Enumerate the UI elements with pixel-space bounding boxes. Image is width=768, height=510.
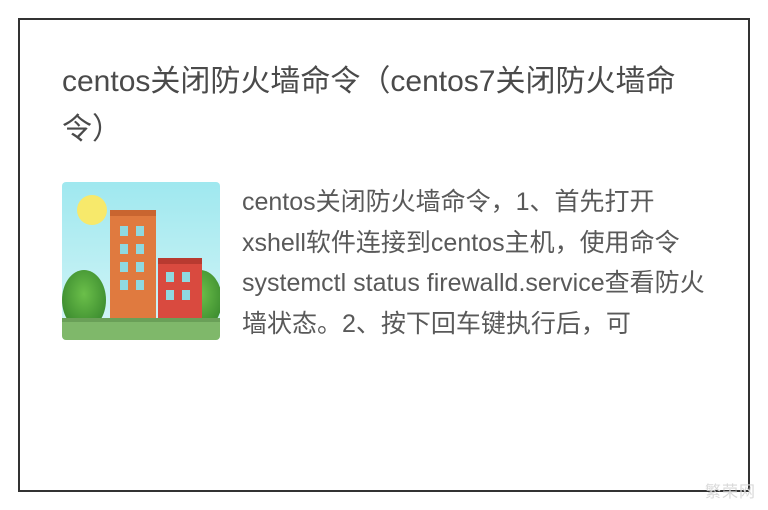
- content-row: centos关闭防火墙命令，1、首先打开xshell软件连接到centos主机，…: [62, 182, 706, 344]
- article-body: centos关闭防火墙命令，1、首先打开xshell软件连接到centos主机，…: [242, 182, 706, 344]
- article-title: centos关闭防火墙命令（centos7关闭防火墙命令）: [62, 58, 706, 154]
- article-card: centos关闭防火墙命令（centos7关闭防火墙命令）: [18, 18, 750, 492]
- article-thumbnail: [62, 182, 220, 340]
- watermark: 繁荣网: [705, 478, 756, 502]
